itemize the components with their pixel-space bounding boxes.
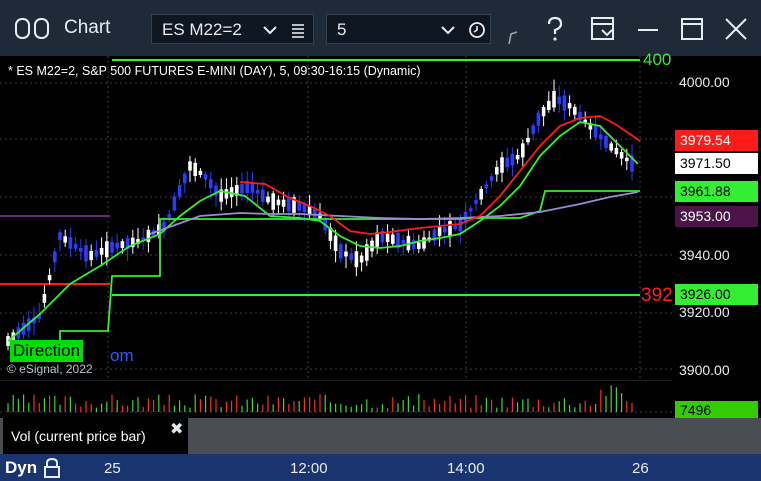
title-bar: Chart ES M22=2 5: [0, 0, 761, 56]
minimize-icon[interactable]: [633, 14, 663, 44]
chevron-down-icon[interactable]: [262, 22, 278, 38]
symbol-value: ES M22=2: [162, 20, 242, 39]
purple-study-value-badge: 3953.00: [675, 206, 758, 227]
price-tick: 4000.00: [679, 74, 730, 90]
price-tick: 3940.00: [679, 247, 730, 263]
red-study-value-badge: 3979.54: [675, 130, 758, 151]
price-tick: 3920.00: [679, 304, 730, 320]
green-study-line: [7, 121, 639, 342]
symbol-input[interactable]: ES M22=2: [151, 14, 314, 44]
partial-mid-level-label: 392: [641, 285, 673, 306]
level-value-badge: 3926.00: [675, 284, 758, 305]
purple-study-line: [149, 191, 639, 235]
last-price-badge: 3971.50: [675, 153, 758, 174]
time-label: 14:00: [447, 460, 485, 477]
study-label: * ES M22=2, S&P 500 FUTURES E-MINI (DAY)…: [8, 64, 421, 78]
volume-legend-label: Vol (current price bar): [11, 428, 146, 444]
price-chart-panel[interactable]: [0, 56, 672, 378]
help-icon[interactable]: [540, 14, 570, 44]
volume-histogram: [0, 379, 672, 413]
chevron-down-icon[interactable]: [440, 22, 456, 38]
close-icon[interactable]: [721, 14, 751, 44]
time-label: 26: [632, 460, 649, 477]
price-tick: 3900.00: [679, 362, 730, 378]
volume-value-badge: 7496: [675, 401, 758, 419]
dynamic-mode-label[interactable]: Dyn: [5, 458, 37, 478]
drawing-tool-icon[interactable]: [506, 26, 520, 46]
maximize-icon[interactable]: [677, 14, 707, 44]
partial-link-text[interactable]: om: [110, 346, 134, 366]
interval-value: 5: [337, 20, 347, 39]
clock-icon[interactable]: [468, 21, 486, 39]
close-icon[interactable]: ✖: [170, 419, 183, 439]
window-title: Chart: [64, 17, 111, 38]
price-chart[interactable]: [0, 56, 672, 378]
chart-app-icon: [15, 18, 49, 39]
volume-panel[interactable]: [0, 379, 672, 418]
partial-upper-level-label: 400: [643, 50, 672, 69]
time-label: 12:00: [290, 460, 328, 477]
interval-input[interactable]: 5: [326, 14, 491, 44]
list-menu-icon[interactable]: [290, 22, 306, 38]
time-label: 25: [104, 460, 121, 477]
copyright-text: © eSignal, 2022: [7, 362, 93, 376]
lock-icon[interactable]: [42, 457, 62, 479]
window-menu-icon[interactable]: [588, 14, 618, 44]
direction-label[interactable]: Direction: [10, 340, 84, 362]
green-study-value-badge: 3961.88: [675, 181, 758, 202]
